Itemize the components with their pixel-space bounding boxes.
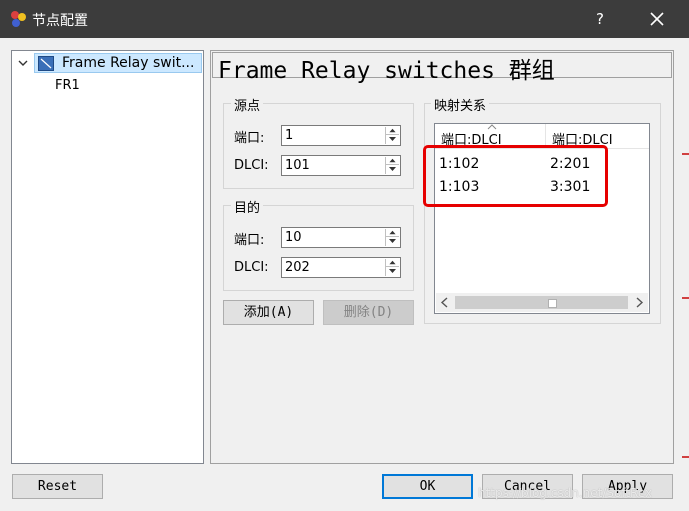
annotation-highlight: [423, 145, 608, 207]
section-header: Frame Relay switches 群组: [212, 52, 672, 84]
spin-up-icon[interactable]: [386, 157, 399, 165]
scrollbar-thumb[interactable]: [455, 296, 628, 309]
app-icon: [11, 11, 26, 27]
dest-group: [223, 205, 414, 291]
scrollbar-grip: [548, 299, 557, 308]
spin-up-icon[interactable]: [386, 127, 399, 135]
dest-group-title: 目的: [231, 197, 264, 216]
spin-down-icon[interactable]: [386, 267, 399, 275]
delete-button[interactable]: 删除(D): [323, 300, 414, 325]
dest-port-spinbox[interactable]: 10: [281, 227, 401, 248]
reset-button[interactable]: Reset: [12, 474, 103, 499]
spin-down-icon[interactable]: [386, 237, 399, 245]
dest-port-value: 10: [285, 230, 302, 245]
help-button[interactable]: ?: [588, 7, 612, 31]
frame-relay-switch-icon: [38, 56, 54, 71]
section-title: Frame Relay switches 群组: [218, 58, 555, 84]
add-button[interactable]: 添加(A): [223, 300, 314, 325]
spin-buttons: [385, 229, 399, 246]
source-port-value: 1: [285, 128, 294, 143]
window-title: 节点配置: [32, 13, 88, 29]
watermark: https://blog.csdn.net/SoftRex: [478, 486, 653, 500]
dest-port-label: 端口:: [234, 233, 265, 248]
spin-buttons: [385, 259, 399, 276]
source-dlci-value: 101: [285, 158, 310, 173]
ok-button[interactable]: OK: [382, 474, 473, 499]
spin-up-icon[interactable]: [386, 229, 399, 237]
chevron-right-icon[interactable]: [632, 295, 646, 310]
spin-down-icon[interactable]: [386, 165, 399, 173]
edge-mark: [682, 456, 689, 458]
horizontal-scrollbar[interactable]: [436, 293, 648, 312]
close-icon[interactable]: [645, 7, 669, 31]
dest-dlci-spinbox[interactable]: 202: [281, 257, 401, 278]
source-dlci-label: DLCI:: [234, 158, 269, 173]
spin-up-icon[interactable]: [386, 259, 399, 267]
title-bar: 节点配置 ?: [0, 0, 689, 38]
edge-mark: [682, 297, 689, 299]
mapping-group-title: 映射关系: [431, 95, 490, 114]
dest-dlci-value: 202: [285, 260, 310, 275]
spin-buttons: [385, 127, 399, 144]
dest-dlci-label: DLCI:: [234, 260, 269, 275]
chevron-left-icon[interactable]: [438, 295, 452, 310]
edge-mark: [682, 153, 689, 155]
source-dlci-spinbox[interactable]: 101: [281, 155, 401, 176]
node-tree[interactable]: Frame Relay swit... FR1: [11, 50, 204, 464]
source-port-label: 端口:: [234, 131, 265, 146]
tree-item-frame-relay[interactable]: Frame Relay swit...: [34, 53, 202, 73]
source-group-title: 源点: [231, 95, 264, 114]
source-port-spinbox[interactable]: 1: [281, 125, 401, 146]
tree-item-label: Frame Relay swit...: [62, 55, 195, 71]
spin-buttons: [385, 157, 399, 174]
tree-item-fr1[interactable]: FR1: [55, 78, 80, 93]
chevron-down-icon[interactable]: [17, 57, 29, 69]
source-group: [223, 103, 414, 189]
spin-down-icon[interactable]: [386, 135, 399, 143]
